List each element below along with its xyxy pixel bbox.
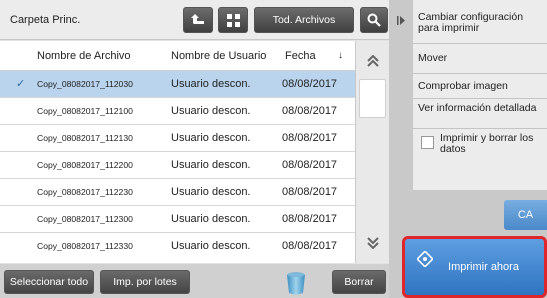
file-name-cell: Copy_08082017_112300 xyxy=(37,214,133,224)
table-scrollbar[interactable] xyxy=(355,41,389,263)
batch-print-button[interactable]: Imp. por lotes xyxy=(100,270,190,294)
file-table: Nombre de Archivo Nombre de Usuario Fech… xyxy=(0,41,389,263)
up-folder-button[interactable] xyxy=(183,7,213,33)
scroll-up-button[interactable] xyxy=(359,47,386,75)
table-row[interactable]: Copy_08082017_112100 Usuario descon. 08/… xyxy=(0,98,355,125)
scroll-down-button[interactable] xyxy=(359,229,386,257)
search-button[interactable] xyxy=(360,7,388,33)
file-name-cell: Copy_08082017_112030 xyxy=(37,79,133,89)
date-cell: 08/08/2017 xyxy=(282,186,338,198)
date-cell: 08/08/2017 xyxy=(282,213,338,225)
date-cell: 08/08/2017 xyxy=(282,132,338,144)
side-item-change-print-settings[interactable]: Cambiar configuración para imprimir xyxy=(413,0,547,44)
user-name-cell: Usuario descon. xyxy=(171,213,251,225)
file-name-cell: Copy_08082017_112130 xyxy=(37,133,133,143)
trash-icon xyxy=(285,271,307,295)
toolbar: Carpeta Princ. Tod. Archivos xyxy=(0,0,389,40)
grid-view-icon xyxy=(226,13,240,27)
checkbox-label: Imprimir y borrar los datos xyxy=(440,132,534,155)
table-row[interactable]: Copy_08082017_112130 Usuario descon. 08/… xyxy=(0,125,355,152)
side-item-move[interactable]: Mover xyxy=(413,44,547,74)
side-item-label: Mover xyxy=(418,52,448,64)
side-item-view-details[interactable]: Ver información detallada xyxy=(413,99,547,129)
sort-order-icon[interactable]: ↓ xyxy=(338,41,343,71)
folder-title: Carpeta Princ. xyxy=(10,14,81,26)
double-chevron-down-icon xyxy=(366,237,379,249)
all-files-filter-button[interactable]: Tod. Archivos xyxy=(254,7,354,33)
collapse-arrow-icon xyxy=(397,15,405,25)
print-now-label: Imprimir ahora xyxy=(448,261,519,273)
print-and-delete-option[interactable]: Imprimir y borrar los datos xyxy=(413,129,547,190)
print-and-delete-checkbox[interactable] xyxy=(421,136,434,149)
bottom-action-bar: Seleccionar todo Imp. por lotes Borrar xyxy=(0,264,389,298)
file-name-cell: Copy_08082017_112200 xyxy=(37,160,133,170)
table-row[interactable]: Copy_08082017_112200 Usuario descon. 08/… xyxy=(0,152,355,179)
search-icon xyxy=(367,13,381,27)
column-header-user-name[interactable]: Nombre de Usuario xyxy=(171,41,266,71)
file-name-cell: Copy_08082017_112330 xyxy=(37,241,133,251)
date-cell: 08/08/2017 xyxy=(282,105,338,117)
table-row[interactable]: Copy_08082017_112300 Usuario descon. 08/… xyxy=(0,206,355,233)
table-row[interactable]: Copy_08082017_112330 Usuario descon. 08/… xyxy=(0,233,355,260)
user-name-cell: Usuario descon. xyxy=(171,105,251,117)
user-name-cell: Usuario descon. xyxy=(171,132,251,144)
delete-button[interactable]: Borrar xyxy=(332,270,386,294)
column-header-file-name[interactable]: Nombre de Archivo xyxy=(37,41,131,71)
side-item-label: Comprobar imagen xyxy=(418,80,508,92)
selected-check-icon: ✓ xyxy=(16,78,26,90)
panel-collapse-handle[interactable] xyxy=(389,0,413,40)
action-panel: Cambiar configuración para imprimir Move… xyxy=(389,0,547,298)
double-chevron-up-icon xyxy=(366,55,379,67)
side-item-check-image[interactable]: Comprobar imagen xyxy=(413,74,547,99)
user-name-cell: Usuario descon. xyxy=(171,159,251,171)
date-cell: 08/08/2017 xyxy=(282,159,338,171)
print-now-button[interactable]: Imprimir ahora xyxy=(402,236,547,298)
side-item-label: Cambiar configuración para imprimir xyxy=(418,11,524,34)
grid-view-button[interactable] xyxy=(218,7,248,33)
table-row[interactable]: ✓ Copy_08082017_112030 Usuario descon. 0… xyxy=(0,71,355,98)
user-name-cell: Usuario descon. xyxy=(171,78,251,90)
up-folder-icon xyxy=(191,13,205,27)
file-name-cell: Copy_08082017_112100 xyxy=(37,106,133,116)
user-name-cell: Usuario descon. xyxy=(171,240,251,252)
scroll-thumb[interactable] xyxy=(359,79,386,118)
file-list-panel: Carpeta Princ. Tod. Archivos Nombre de A… xyxy=(0,0,389,298)
table-header: Nombre de Archivo Nombre de Usuario Fech… xyxy=(0,41,355,71)
date-cell: 08/08/2017 xyxy=(282,78,338,90)
clear-all-button[interactable]: CA xyxy=(504,200,547,230)
table-row[interactable]: Copy_08082017_112230 Usuario descon. 08/… xyxy=(0,179,355,206)
side-item-label: Ver información detallada xyxy=(418,102,537,114)
file-name-cell: Copy_08082017_112230 xyxy=(37,187,133,197)
side-menu: Cambiar configuración para imprimir Move… xyxy=(413,0,547,190)
column-header-date[interactable]: Fecha xyxy=(285,41,316,71)
date-cell: 08/08/2017 xyxy=(282,240,338,252)
user-name-cell: Usuario descon. xyxy=(171,186,251,198)
select-all-button[interactable]: Seleccionar todo xyxy=(4,270,94,294)
